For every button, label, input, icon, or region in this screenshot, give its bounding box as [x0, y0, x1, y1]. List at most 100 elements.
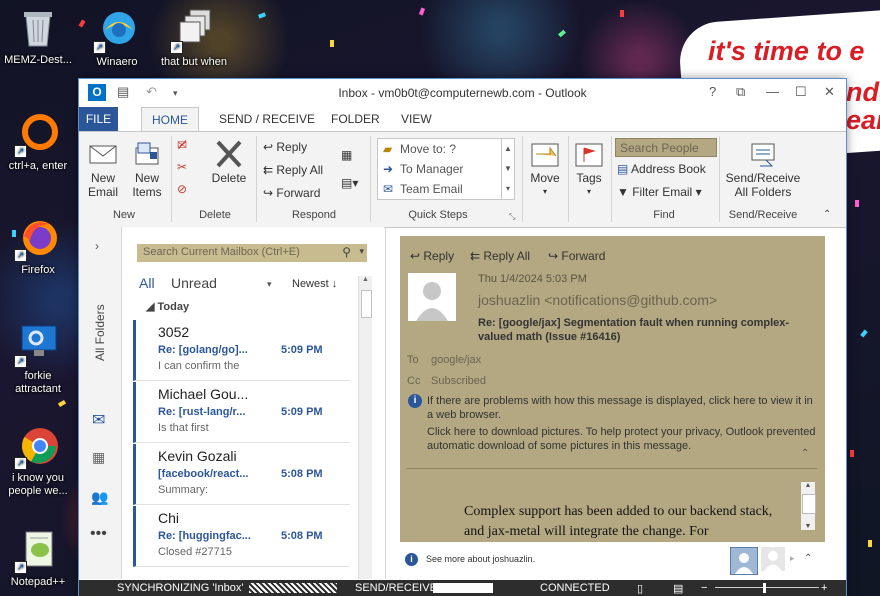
scroll-down-icon[interactable]: ▼	[801, 523, 815, 530]
to-value: google/jax	[431, 354, 482, 366]
junk-icon[interactable]: ⊘	[177, 180, 187, 198]
expand-people-pane-icon[interactable]: ⌃	[804, 553, 812, 564]
people-avatar-selected[interactable]	[730, 547, 758, 575]
people-icon[interactable]: 👥	[91, 489, 108, 506]
desktop-icon-firefox[interactable]: ↗ Firefox	[2, 216, 74, 277]
person-silhouette-icon	[735, 553, 753, 574]
desktop-icon-that-but-when[interactable]: ↗ that but when	[158, 8, 230, 69]
tab-folder[interactable]: FOLDER	[321, 107, 390, 131]
desktop-icon-ctrl-a[interactable]: ↗ ctrl+a, enter	[2, 112, 74, 173]
search-mailbox-input[interactable]: Search Current Mailbox (Ctrl+E) ⚲ ▾	[137, 244, 367, 262]
more-apps-icon[interactable]: •••	[90, 525, 107, 543]
reply-button[interactable]: ↩ Reply	[263, 138, 307, 156]
group-label-new: New	[112, 209, 135, 221]
desktop-icon-label: that but when	[160, 56, 228, 68]
quick-step-to-manager[interactable]: To Manager	[400, 162, 463, 176]
message-item[interactable]: Chi Re: [huggingfac... 5:08 PM Closed #2…	[133, 506, 350, 567]
new-items-button[interactable]: New Items	[127, 140, 167, 199]
desktop-icon-notepadpp[interactable]: ↗ Notepad++	[2, 528, 74, 589]
rp-reply-button[interactable]: ↩ Reply	[410, 249, 454, 263]
reading-view-icon[interactable]: ▤	[673, 582, 683, 595]
scrollbar-thumb[interactable]	[802, 494, 816, 514]
scrollbar-thumb[interactable]	[361, 290, 372, 318]
calendar-icon[interactable]: ▦	[92, 449, 105, 466]
message-item[interactable]: 3052 Re: [golang/go]... 5:09 PM I can co…	[133, 320, 350, 381]
desktop-icon-winaero[interactable]: ↗ Winaero	[81, 8, 153, 69]
help-button[interactable]: ?	[709, 84, 716, 99]
search-scope-dropdown-icon[interactable]: ▾	[359, 246, 364, 257]
see-more-link[interactable]: See more about joshuazlin.	[426, 554, 535, 564]
tab-send-receive[interactable]: SEND / RECEIVE	[209, 107, 325, 131]
all-folders-label[interactable]: All Folders	[93, 304, 107, 361]
filter-unread[interactable]: Unread	[171, 275, 217, 291]
zoom-out-icon[interactable]: −	[701, 582, 707, 594]
search-icon[interactable]: ⚲	[342, 245, 351, 259]
ribbon-separator	[522, 136, 523, 222]
meeting-icon[interactable]: ▦	[341, 146, 352, 164]
tab-view[interactable]: VIEW	[391, 107, 442, 131]
rp-reply-all-button[interactable]: ⇇ Reply All	[470, 249, 530, 263]
filter-all[interactable]: All	[139, 275, 155, 291]
scroll-up-icon[interactable]: ▲	[801, 482, 815, 489]
message-item[interactable]: Michael Gou... Re: [rust-lang/r... 5:09 …	[133, 382, 350, 443]
collapse-header-icon[interactable]: ⌃	[801, 448, 809, 459]
folder-pane-collapsed: › All Folders ✉ ▦ 👥 •••	[79, 227, 122, 579]
display-problem-notice[interactable]: If there are problems with how this mess…	[427, 394, 817, 422]
pane-divider	[385, 227, 386, 579]
filter-email-button[interactable]: ▼ Filter Email ▾	[617, 183, 702, 201]
quick-steps-scroll[interactable]: ▲ ▼ ▾	[501, 139, 514, 199]
dialog-launcher-icon[interactable]: ⤡	[509, 212, 515, 222]
message-item[interactable]: Kevin Gozali [facebook/react... 5:08 PM …	[133, 444, 350, 505]
message-subject: Re: [huggingfac...	[158, 530, 251, 542]
delete-x-icon	[214, 140, 244, 168]
collapse-ribbon-icon[interactable]: ⌃	[823, 209, 831, 220]
people-avatar[interactable]	[761, 547, 785, 571]
filter-dropdown-icon[interactable]: ▾	[267, 279, 272, 290]
ribbon-separator	[256, 136, 257, 222]
message-subject: [facebook/react...	[158, 468, 249, 480]
forward-button[interactable]: ↪ Forward	[263, 184, 320, 202]
rp-forward-button[interactable]: ↪ Forward	[548, 249, 605, 263]
reply-all-icon: ⇇	[470, 249, 484, 263]
ignore-icon[interactable]: ✉̸	[177, 136, 187, 154]
new-email-button[interactable]: New Email	[85, 140, 121, 199]
ribbon-display-options-button[interactable]: ⧉	[736, 84, 745, 100]
desktop-icon-forkie[interactable]: ↗ forkie attractant	[2, 322, 74, 396]
zoom-in-icon[interactable]: +	[821, 582, 827, 594]
minimize-button[interactable]: —	[766, 84, 779, 99]
quick-step-move-to[interactable]: Move to: ?	[400, 142, 456, 156]
move-folder-icon	[530, 140, 560, 168]
gear-monitor-icon: ↗	[14, 322, 60, 368]
sort-order-button[interactable]: Newest ↓	[292, 278, 337, 290]
address-book-button[interactable]: ▤ Address Book	[617, 160, 706, 178]
clean-up-icon[interactable]: ✂	[177, 158, 187, 176]
expand-folder-pane-icon[interactable]: ›	[95, 239, 99, 253]
group-header-today[interactable]: ◢ Today	[146, 300, 189, 313]
tab-file[interactable]: FILE	[79, 107, 118, 131]
mail-icon[interactable]: ✉	[92, 410, 105, 430]
message-list-scrollbar[interactable]: ▲	[358, 276, 372, 579]
quick-step-team-email[interactable]: Team Email	[400, 182, 463, 196]
reply-icon: ↩	[410, 249, 424, 263]
zoom-slider[interactable]	[715, 587, 819, 588]
search-people-input[interactable]: Search People	[615, 138, 717, 157]
tab-home[interactable]: HOME	[141, 107, 199, 132]
body-scrollbar[interactable]: ▲ ▼	[801, 482, 816, 530]
download-pictures-notice[interactable]: Click here to download pictures. To help…	[427, 425, 817, 453]
desktop-icon-chrome[interactable]: ↗ i know you people we...	[2, 424, 74, 498]
more-respond-icon[interactable]: ▤▾	[341, 174, 358, 192]
close-button[interactable]: ✕	[824, 84, 835, 100]
delete-button[interactable]: Delete	[209, 140, 249, 185]
maximize-button[interactable]: ☐	[795, 84, 807, 100]
tags-button[interactable]: Tags ▾	[571, 140, 607, 199]
people-pane: i See more about joshuazlin. ▸ ⌃	[400, 547, 825, 577]
reply-all-button[interactable]: ⇇ Reply All	[263, 161, 323, 179]
people-next-icon[interactable]: ▸	[790, 553, 795, 564]
normal-view-icon[interactable]: ▯	[637, 582, 643, 595]
send-receive-all-button[interactable]: Send/Receive All Folders	[724, 140, 802, 199]
message-from[interactable]: joshuazlin <notifications@github.com>	[478, 292, 717, 308]
move-button[interactable]: Move ▾	[527, 140, 563, 199]
zoom-slider-thumb[interactable]	[763, 583, 766, 593]
scroll-up-icon[interactable]: ▲	[359, 276, 372, 283]
desktop-icon-memz[interactable]: MEMZ-Dest...	[2, 6, 74, 67]
